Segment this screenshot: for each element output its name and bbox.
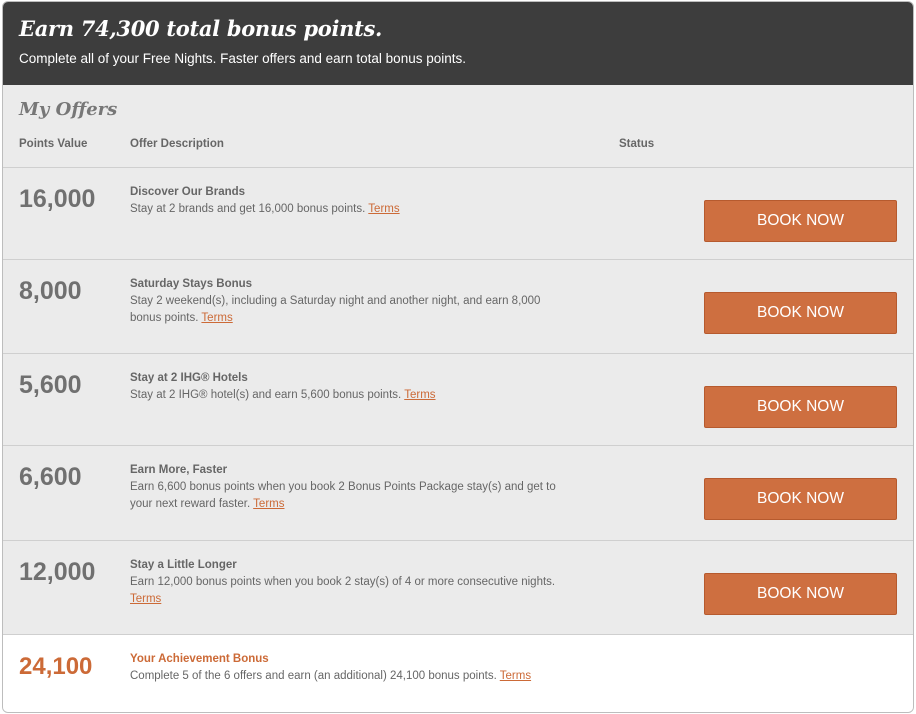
bonus-banner: Earn 74,300 total bonus points. Complete… — [3, 2, 913, 85]
bonus-points: 24,100 — [19, 653, 93, 680]
offer-text: Stay at 2 IHG® hotel(s) and earn 5,600 b… — [130, 387, 570, 404]
offer-points: 8,000 — [19, 277, 82, 305]
book-now-button[interactable]: BOOK NOW — [704, 386, 897, 428]
bonus-text: Complete 5 of the 6 offers and earn (an … — [130, 668, 570, 685]
offer-text: Earn 6,600 bonus points when you book 2 … — [130, 479, 570, 512]
offer-title: Stay at 2 IHG® Hotels — [130, 372, 248, 384]
book-now-button[interactable]: BOOK NOW — [704, 292, 897, 334]
terms-link[interactable]: Terms — [201, 312, 232, 324]
terms-link[interactable]: Terms — [404, 389, 435, 401]
offer-row: 5,600 Stay at 2 IHG® Hotels Stay at 2 IH… — [3, 354, 913, 446]
offer-points: 12,000 — [19, 558, 96, 586]
offer-points: 16,000 — [19, 185, 96, 213]
offer-text-body: Earn 12,000 bonus points when you book 2… — [130, 576, 556, 588]
achievement-bonus-row: 24,100 Your Achievement Bonus Complete 5… — [3, 635, 913, 712]
offer-description: Saturday Stays Bonus Stay 2 weekend(s), … — [130, 277, 570, 326]
book-now-button[interactable]: BOOK NOW — [704, 200, 897, 242]
offers-panel: Earn 74,300 total bonus points. Complete… — [2, 1, 914, 713]
bonus-description: Your Achievement Bonus Complete 5 of the… — [130, 652, 570, 685]
offer-description: Earn More, Faster Earn 6,600 bonus point… — [130, 463, 570, 512]
offers-title: My Offers — [19, 99, 118, 120]
book-now-button[interactable]: BOOK NOW — [704, 478, 897, 520]
column-header-points: Points Value — [19, 138, 88, 150]
offer-text: Stay 2 weekend(s), including a Saturday … — [130, 293, 570, 326]
offer-points: 5,600 — [19, 371, 82, 399]
offer-description: Stay at 2 IHG® Hotels Stay at 2 IHG® hot… — [130, 371, 570, 404]
banner-subtitle: Complete all of your Free Nights. Faster… — [19, 51, 466, 66]
terms-link[interactable]: Terms — [253, 498, 284, 510]
offer-text: Earn 12,000 bonus points when you book 2… — [130, 574, 570, 607]
bonus-title: Your Achievement Bonus — [130, 653, 269, 665]
offer-row: 12,000 Stay a Little Longer Earn 12,000 … — [3, 541, 913, 635]
offer-title: Saturday Stays Bonus — [130, 278, 253, 290]
terms-link[interactable]: Terms — [130, 593, 161, 605]
terms-link[interactable]: Terms — [368, 203, 399, 215]
offer-description: Stay a Little Longer Earn 12,000 bonus p… — [130, 558, 570, 607]
offers-header: My Offers Points Value Offer Description… — [3, 85, 913, 168]
offer-text-body: Stay at 2 brands and get 16,000 bonus po… — [130, 203, 366, 215]
offer-text-body: Stay at 2 IHG® hotel(s) and earn 5,600 b… — [130, 389, 402, 401]
offer-title: Earn More, Faster — [130, 464, 228, 476]
offer-description: Discover Our Brands Stay at 2 brands and… — [130, 185, 570, 218]
offer-title: Discover Our Brands — [130, 186, 246, 198]
offer-row: 6,600 Earn More, Faster Earn 6,600 bonus… — [3, 446, 913, 541]
terms-link[interactable]: Terms — [500, 670, 531, 682]
column-header-description: Offer Description — [130, 138, 224, 150]
offer-row: 8,000 Saturday Stays Bonus Stay 2 weeken… — [3, 260, 913, 354]
offer-title: Stay a Little Longer — [130, 559, 237, 571]
offer-points: 6,600 — [19, 463, 82, 491]
bonus-text-body: Complete 5 of the 6 offers and earn (an … — [130, 670, 497, 682]
book-now-button[interactable]: BOOK NOW — [704, 573, 897, 615]
offer-row: 16,000 Discover Our Brands Stay at 2 bra… — [3, 168, 913, 260]
column-header-status: Status — [619, 138, 655, 150]
offer-text-body: Stay 2 weekend(s), including a Saturday … — [130, 295, 541, 324]
offer-text: Stay at 2 brands and get 16,000 bonus po… — [130, 201, 570, 218]
offer-text-body: Earn 6,600 bonus points when you book 2 … — [130, 481, 556, 510]
banner-title: Earn 74,300 total bonus points. — [19, 16, 383, 41]
